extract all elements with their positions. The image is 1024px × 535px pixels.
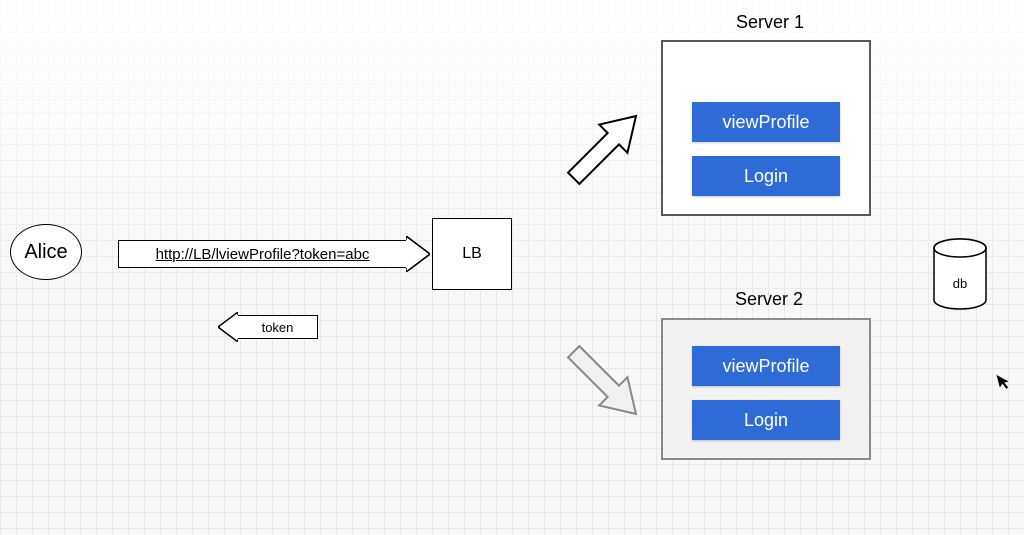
alice-node: Alice	[10, 224, 82, 280]
arrow-to-server2-icon	[542, 320, 662, 440]
arrow-to-server1-icon	[542, 90, 662, 210]
alice-label: Alice	[24, 241, 67, 264]
server1-label: Server 1	[736, 12, 804, 33]
server1-box: viewProfile Login	[661, 40, 871, 216]
arrow-right-head-icon	[406, 236, 430, 272]
cursor-icon	[995, 371, 1014, 397]
db-label: db	[932, 276, 988, 291]
database-icon	[932, 238, 988, 310]
server2-label: Server 2	[735, 289, 803, 310]
server1-login-button: Login	[692, 156, 840, 196]
server2-login-button: Login	[692, 400, 840, 440]
button-label: viewProfile	[722, 112, 809, 133]
response-arrow: token	[218, 312, 318, 342]
arrow-left-head-icon	[218, 312, 238, 342]
load-balancer-node: LB	[432, 218, 512, 290]
server2-viewprofile-button: viewProfile	[692, 346, 840, 386]
response-token-text: token	[238, 315, 318, 339]
button-label: viewProfile	[722, 356, 809, 377]
request-arrow: http://LB/lviewProfile?token=abc	[118, 236, 430, 272]
server2-box: viewProfile Login	[661, 318, 871, 460]
server1-viewprofile-button: viewProfile	[692, 102, 840, 142]
database-node: db	[932, 238, 988, 310]
button-label: Login	[744, 410, 788, 431]
lb-label: LB	[462, 245, 482, 263]
button-label: Login	[744, 166, 788, 187]
request-url-text: http://LB/lviewProfile?token=abc	[118, 240, 406, 268]
